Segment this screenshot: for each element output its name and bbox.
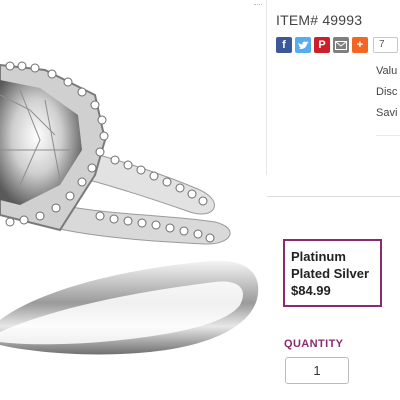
quantity-label: QUANTITY [284,338,344,350]
discount-label: Disc [376,86,398,98]
share-count: 7 [373,37,398,53]
savings-label: Savi [376,107,398,119]
metal-option-platinum-plated-silver[interactable]: Platinum Plated Silver $84.99 [283,239,382,307]
value-label: Valu [376,65,398,77]
twitter-share-button[interactable] [295,37,311,53]
option-name-line2: Plated Silver [291,266,370,281]
facebook-share-button[interactable]: f [276,37,292,53]
share-bar: f P + 7 [276,37,398,54]
email-share-button[interactable] [333,37,349,53]
price-details: Valu Disc Savi [376,64,397,127]
envelope-icon [335,40,347,50]
image-divider-mark [254,0,262,5]
price-divider [376,135,400,136]
twitter-icon [297,40,309,49]
pinterest-share-button[interactable]: P [314,37,330,53]
more-share-button[interactable]: + [352,37,368,53]
product-image[interactable] [0,0,266,400]
section-divider [267,196,400,197]
option-price: $84.99 [291,283,331,298]
quantity-input[interactable] [285,357,349,384]
option-name-line1: Platinum [291,249,346,264]
ring-photo [0,61,259,355]
vertical-divider [266,0,267,175]
item-number: ITEM# 49993 [276,12,363,28]
